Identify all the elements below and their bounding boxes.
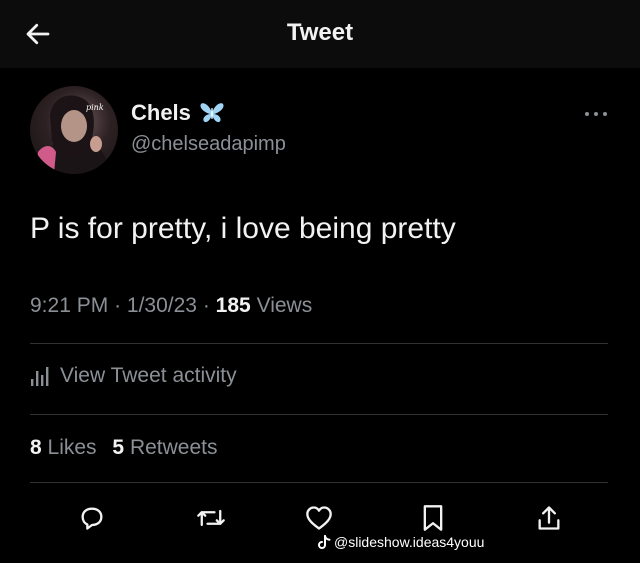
likes-stat[interactable]: 8 Likes <box>30 436 102 459</box>
user-handle[interactable]: @chelseadapimp <box>131 133 286 156</box>
more-options-button[interactable] <box>580 104 612 124</box>
retweet-button[interactable] <box>191 498 231 538</box>
share-icon <box>538 506 560 530</box>
bookmark-button[interactable] <box>413 498 453 538</box>
divider <box>30 343 608 344</box>
tweet-date[interactable]: 1/30/23 <box>127 294 197 317</box>
views-count: 185 <box>215 294 251 317</box>
likes-label: Likes <box>47 436 97 459</box>
retweet-icon <box>197 509 225 527</box>
activity-label: View Tweet activity <box>60 364 237 387</box>
reply-button[interactable] <box>72 498 112 538</box>
tweet-meta: 9:21 PM · 1/30/23 · 185 Views <box>30 294 312 318</box>
butterfly-icon <box>200 103 224 123</box>
share-button[interactable] <box>529 498 569 538</box>
retweets-label: Retweets <box>129 436 218 459</box>
divider <box>30 414 608 415</box>
avatar[interactable]: pink <box>30 86 118 174</box>
like-button[interactable] <box>299 498 339 538</box>
display-name[interactable]: Chels <box>131 100 225 126</box>
engagement-stats: 8 Likes 5 Retweets <box>30 436 227 460</box>
bookmark-icon <box>423 505 443 531</box>
retweets-count: 5 <box>112 436 125 459</box>
display-name-label: Chels <box>131 100 191 125</box>
action-bar <box>0 498 640 538</box>
retweets-stat[interactable]: 5 Retweets <box>112 436 217 459</box>
view-tweet-activity-link[interactable]: View Tweet activity <box>30 364 237 388</box>
top-bar: Tweet <box>0 0 640 68</box>
watermark: @slideshow.ideas4youu <box>318 534 484 550</box>
analytics-icon <box>31 367 49 386</box>
meta-separator: · <box>114 294 122 317</box>
svg-text:pink: pink <box>86 103 104 112</box>
watermark-text: @slideshow.ideas4youu <box>334 534 485 550</box>
tiktok-icon <box>318 534 331 549</box>
tweet-text: P is for pretty, i love being pretty <box>30 212 456 245</box>
views-label: Views <box>256 294 313 317</box>
reply-icon <box>81 507 103 530</box>
heart-icon <box>306 506 332 530</box>
likes-count: 8 <box>30 436 42 459</box>
page-title: Tweet <box>286 19 354 46</box>
tweet-time[interactable]: 9:21 PM <box>30 294 108 317</box>
meta-separator: · <box>202 294 210 317</box>
more-horizontal-icon <box>585 112 607 116</box>
divider <box>30 482 608 483</box>
